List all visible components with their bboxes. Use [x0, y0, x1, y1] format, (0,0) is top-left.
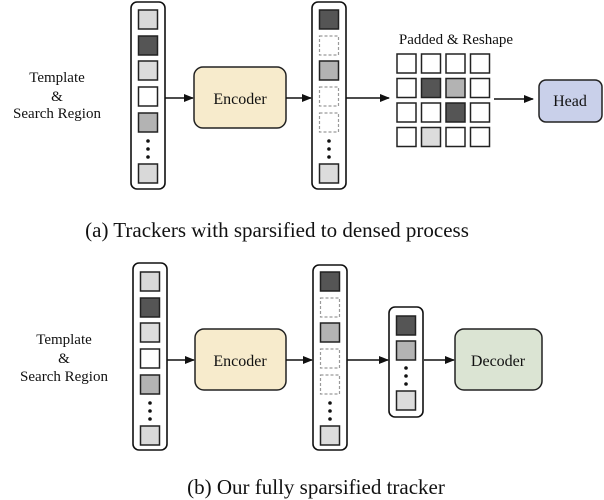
token-pale — [139, 322, 161, 343]
tracker-architecture-diagram: Template & Search Region Encoder Padded … — [13, 1, 603, 499]
token-dark — [318, 9, 340, 30]
panel-a: Template & Search Region Encoder Padded … — [13, 1, 603, 242]
token-dark — [319, 271, 341, 292]
input-label-a-line1: Template — [29, 70, 85, 86]
grid-cell-white — [420, 53, 442, 74]
token-pale — [395, 390, 417, 411]
grid-cell-white — [396, 77, 417, 99]
token-mid — [318, 60, 340, 81]
ellipsis-dot — [404, 374, 408, 378]
grid-cell-white — [469, 126, 491, 148]
encoder-label-a: Encoder — [213, 91, 267, 108]
token-dark — [137, 35, 159, 56]
caption-b: (b) Our fully sparsified tracker — [187, 475, 445, 499]
token-mid — [319, 322, 341, 343]
ellipsis-dot — [146, 147, 150, 151]
token-empty — [318, 35, 340, 56]
token-dark — [139, 297, 161, 318]
grid-cell-white — [469, 77, 491, 99]
sparse-token-column-b — [312, 264, 348, 451]
ellipsis-dot — [327, 147, 331, 151]
grid-cell-white — [469, 102, 491, 123]
token-empty — [319, 374, 341, 395]
grid-cell-white — [396, 102, 417, 123]
compact-token-column-b — [388, 306, 424, 418]
grid-cell-pale — [420, 126, 442, 148]
panel-b: Template & Search Region Encoder Decoder… — [20, 262, 543, 499]
grid-cell-white — [445, 126, 466, 148]
token-mid — [137, 112, 159, 133]
token-mid — [139, 374, 161, 395]
grid-cell-mid — [445, 77, 466, 99]
token-empty — [318, 86, 340, 107]
ellipsis-dot — [328, 417, 332, 421]
ellipsis-dot — [146, 155, 150, 159]
token-empty — [318, 112, 340, 133]
token-light — [139, 271, 161, 292]
sparse-token-column-a — [311, 1, 347, 190]
ellipsis-dot — [327, 155, 331, 159]
ellipsis-dot — [148, 417, 152, 421]
grid-cell-white — [420, 102, 442, 123]
token-dark — [395, 315, 417, 336]
token-white — [137, 86, 159, 107]
input-label-b-line3: Search Region — [20, 369, 108, 385]
token-empty — [319, 297, 341, 318]
grid-cell-white — [396, 53, 417, 74]
ellipsis-dot — [404, 382, 408, 386]
token-pale — [318, 163, 340, 184]
encoder-label-b: Encoder — [213, 353, 267, 370]
input-label-a-line2: & — [51, 89, 63, 105]
input-label-b-line2: & — [58, 351, 70, 367]
input-token-column-b — [132, 262, 168, 451]
ellipsis-dot — [327, 139, 331, 143]
caption-a: (a) Trackers with sparsified to densed p… — [85, 218, 469, 242]
token-pale — [137, 60, 159, 81]
padded-reshape-label: Padded & Reshape — [399, 32, 513, 48]
ellipsis-dot — [148, 409, 152, 413]
token-light — [139, 425, 161, 446]
token-empty — [319, 348, 341, 369]
token-pale — [319, 425, 341, 446]
decoder-label: Decoder — [471, 353, 526, 370]
head-label: Head — [553, 93, 587, 110]
token-light — [137, 9, 159, 30]
input-token-column-a — [130, 1, 166, 190]
input-label-a-line3: Search Region — [13, 106, 101, 122]
ellipsis-dot — [148, 401, 152, 405]
token-light — [137, 163, 159, 184]
ellipsis-dot — [404, 366, 408, 370]
grid-cell-white — [396, 126, 417, 148]
ellipsis-dot — [146, 139, 150, 143]
token-mid — [395, 340, 417, 361]
grid-cell-white — [445, 53, 466, 74]
ellipsis-dot — [328, 401, 332, 405]
grid-cell-dark — [445, 102, 466, 123]
grid-cell-dark — [420, 77, 442, 99]
grid-cell-white — [469, 53, 491, 74]
reshaped-token-grid — [396, 53, 491, 148]
ellipsis-dot — [328, 409, 332, 413]
input-label-b-line1: Template — [36, 332, 92, 348]
token-white — [139, 348, 161, 369]
